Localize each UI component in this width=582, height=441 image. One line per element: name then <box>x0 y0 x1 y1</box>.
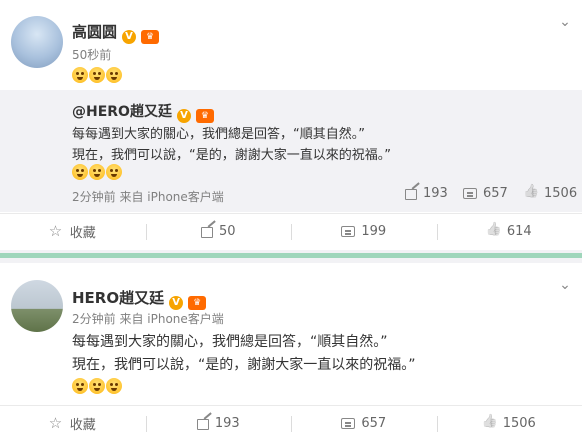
verified-v-icon: V <box>176 109 191 123</box>
emoji-row <box>72 164 122 180</box>
emoji-row <box>72 67 122 83</box>
avatar[interactable] <box>11 280 63 332</box>
verified-v-icon: V <box>122 30 137 44</box>
favorite-button[interactable]: 收藏 <box>0 214 146 249</box>
quoted-author-text[interactable]: @HERO趙又廷 <box>72 104 172 120</box>
favorite-label: 收藏 <box>69 226 96 241</box>
quoted-forward-count: 193 <box>423 186 448 201</box>
favorite-label: 收藏 <box>69 418 96 433</box>
quoted-forward-button[interactable]: 193 <box>405 186 448 201</box>
emoji-icon <box>89 67 105 83</box>
emoji-icon <box>72 164 88 180</box>
crown-icon: ♛ <box>141 30 160 44</box>
post-text-line-2: 現在，我們可以說，“是的，謝謝大家一直以來的祝福。” <box>72 357 416 373</box>
forward-icon <box>200 226 213 238</box>
forward-icon <box>196 418 209 430</box>
author-name[interactable]: 高圆圆 V ♛ <box>72 21 160 44</box>
comment-count: 199 <box>361 224 387 239</box>
emoji-icon <box>106 378 122 394</box>
comment-count: 657 <box>361 416 387 431</box>
emoji-icon <box>106 164 122 180</box>
forward-count: 50 <box>218 224 236 239</box>
post-action-bar: 收藏 193 657 1506 <box>0 405 582 441</box>
like-count: 1506 <box>502 416 536 431</box>
emoji-row <box>72 378 122 394</box>
post-text-line-1: 每每遇到大家的關心，我們總是回答，“順其自然。” <box>72 334 388 350</box>
like-icon <box>487 225 501 239</box>
forward-button[interactable]: 193 <box>145 406 292 441</box>
weibo-post-gaoyuanyuan: 高圆圆 V ♛ 50秒前 ⌄ @HERO趙又廷 V ♛ 每每遇到大家的關心，我們總是回答… <box>0 0 582 250</box>
post-meta[interactable]: 2分钟前 来自 iPhone客户端 <box>72 310 224 327</box>
like-button[interactable]: 1506 <box>436 406 582 441</box>
like-icon <box>483 417 497 431</box>
star-icon <box>49 222 64 240</box>
author-name[interactable]: HERO趙又廷 V ♛ <box>72 287 207 310</box>
quoted-author[interactable]: @HERO趙又廷 V ♛ <box>72 101 214 123</box>
comment-icon <box>463 188 477 199</box>
quoted-comment-count: 657 <box>483 186 508 201</box>
chevron-down-icon[interactable]: ⌄ <box>556 15 574 29</box>
quoted-text-line-2: 現在，我們可以說，“是的，謝謝大家一直以來的祝福。” <box>72 148 391 163</box>
quoted-meta[interactable]: 2分钟前 来自 iPhone客户端 <box>72 188 224 205</box>
comment-button[interactable]: 657 <box>291 406 437 441</box>
like-button[interactable]: 614 <box>436 214 582 249</box>
like-count: 614 <box>506 224 532 239</box>
favorite-button[interactable]: 收藏 <box>0 406 146 441</box>
emoji-icon <box>72 67 88 83</box>
quoted-like-count: 1506 <box>544 186 578 201</box>
comment-icon <box>341 226 356 237</box>
quoted-text-line-1: 每每遇到大家的關心，我們總是回答，“順其自然。” <box>72 127 365 142</box>
avatar[interactable] <box>11 16 63 68</box>
author-name-text[interactable]: HERO趙又廷 <box>72 289 164 307</box>
star-icon <box>49 414 64 432</box>
quoted-comment-button[interactable]: 657 <box>463 186 508 201</box>
forward-count: 193 <box>214 416 240 431</box>
emoji-icon <box>89 378 105 394</box>
feed-divider <box>0 250 582 263</box>
comment-icon <box>341 418 356 429</box>
forward-button[interactable]: 50 <box>145 214 292 249</box>
author-name-text[interactable]: 高圆圆 <box>72 23 117 41</box>
emoji-icon <box>106 67 122 83</box>
emoji-icon <box>89 164 105 180</box>
crown-icon: ♛ <box>188 296 207 310</box>
emoji-icon <box>72 378 88 394</box>
chevron-down-icon[interactable]: ⌄ <box>556 278 574 292</box>
crown-icon: ♛ <box>195 109 214 123</box>
forward-icon <box>405 188 417 200</box>
post-time[interactable]: 50秒前 <box>72 46 111 63</box>
post-action-bar: 收藏 50 199 614 <box>0 213 582 249</box>
comment-button[interactable]: 199 <box>291 214 437 249</box>
quoted-like-button[interactable]: 1506 <box>524 186 577 201</box>
like-icon <box>524 187 538 201</box>
verified-v-icon: V <box>169 296 184 310</box>
